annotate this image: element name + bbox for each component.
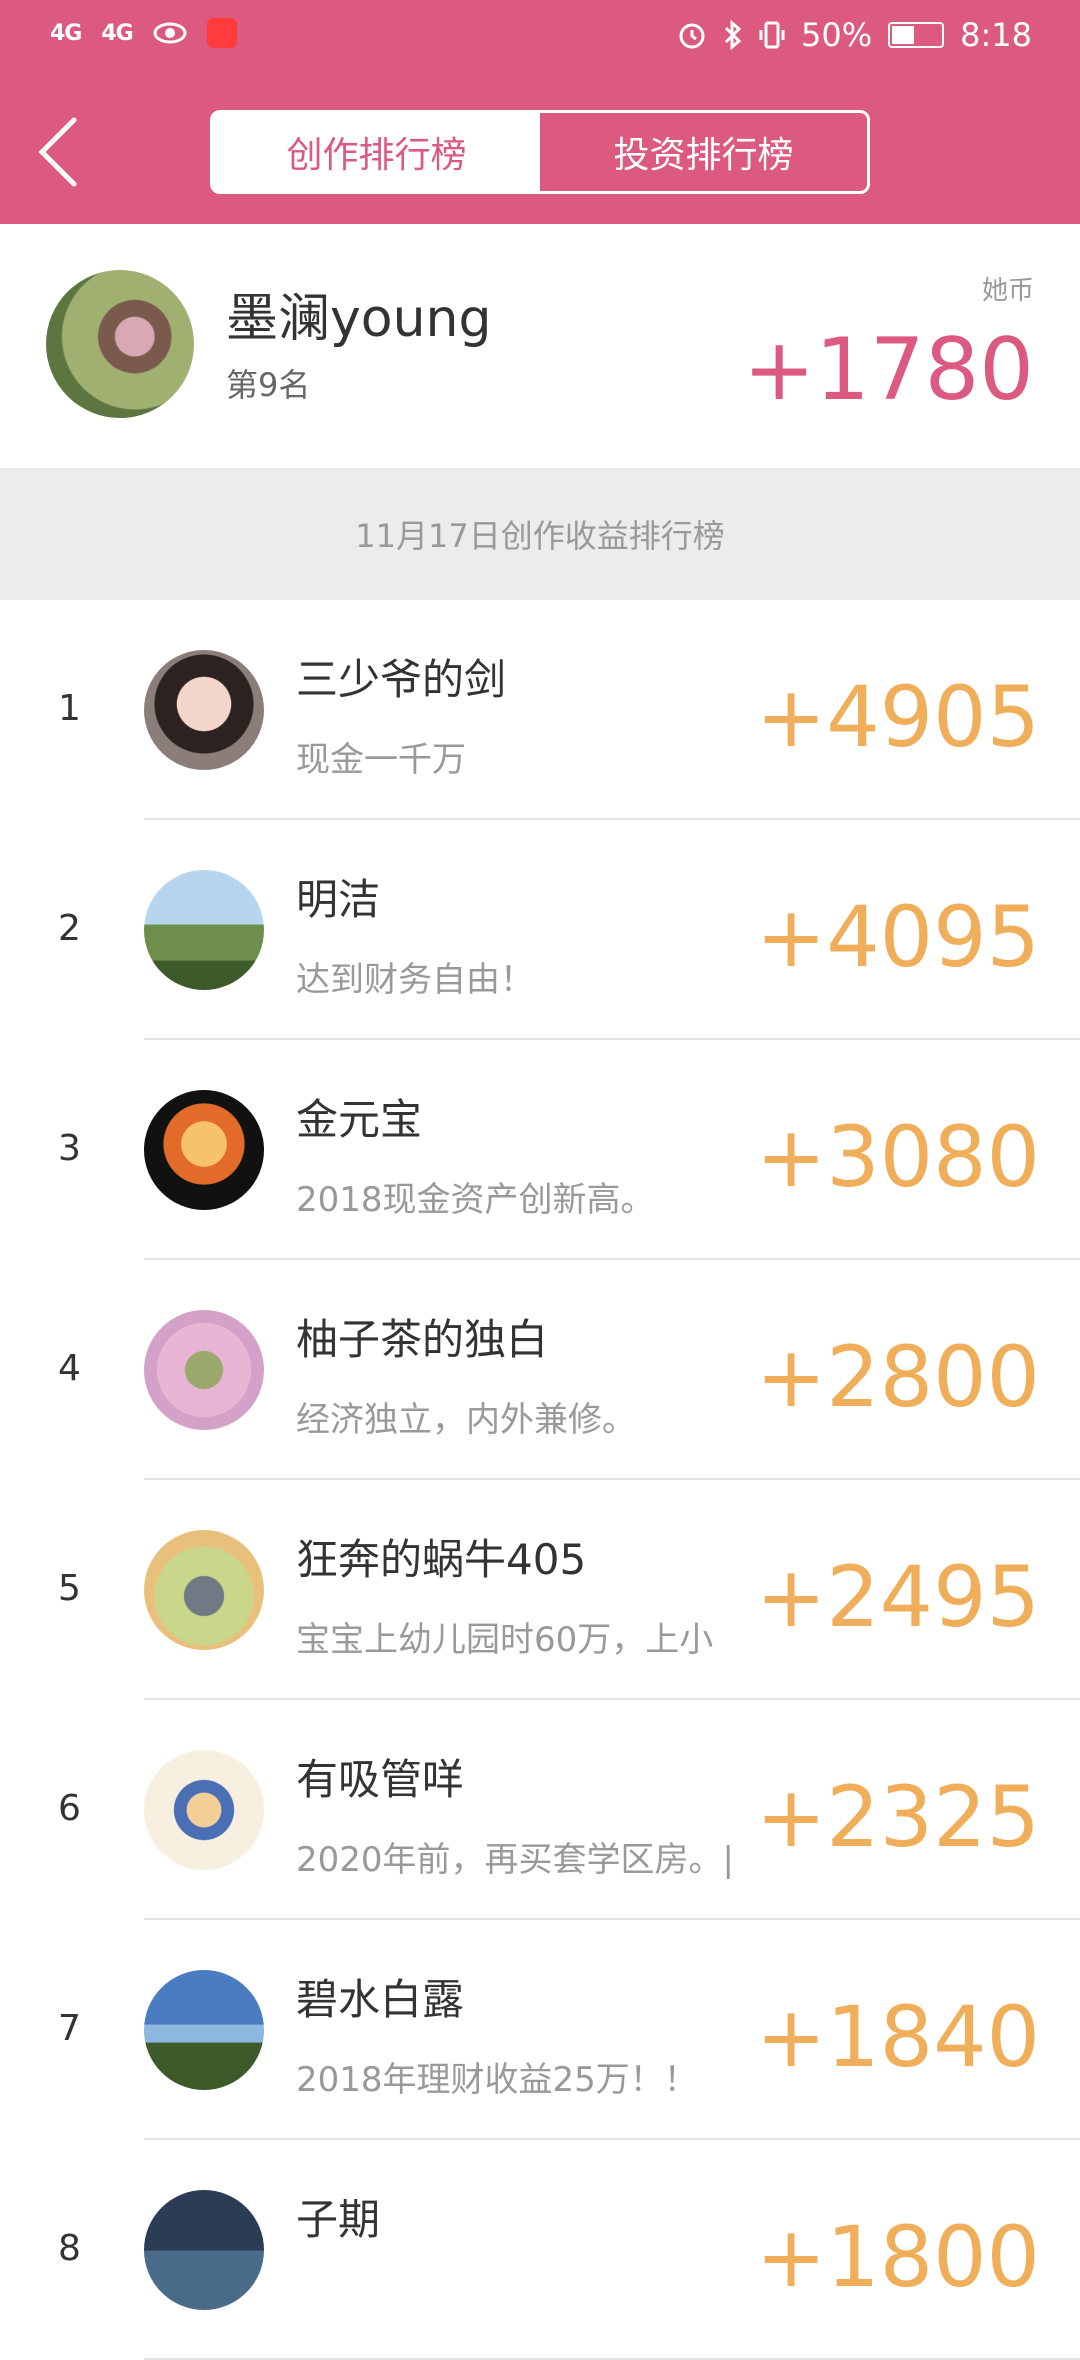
clock-time: 8:18 (960, 16, 1032, 54)
my-score: +1780 (743, 320, 1034, 420)
battery-percent: 50% (801, 16, 873, 54)
rank-number: 5 (58, 1568, 81, 1609)
bluetooth-icon (724, 20, 742, 50)
back-icon[interactable] (34, 112, 90, 192)
avatar[interactable] (144, 650, 264, 770)
rank-number: 8 (58, 2228, 81, 2269)
user-goal: 达到财务自由！ (296, 960, 534, 1000)
my-rank: 第9名 (226, 366, 311, 404)
battery-icon (888, 22, 945, 48)
rank-number: 6 (58, 1788, 81, 1829)
my-avatar[interactable] (46, 270, 194, 418)
user-goal: 2020年前，再买套学区房。| (296, 1840, 734, 1880)
earnings-value: +2800 (755, 1328, 1040, 1426)
my-name: 墨澜young (226, 289, 492, 349)
user-name: 狂奔的蜗牛405 (296, 1535, 587, 1584)
list-item[interactable]: 8 子期 +1800 (0, 2140, 1080, 2360)
list-item[interactable]: 3 金元宝 2018现金资产创新高。 +3080 (0, 1040, 1080, 1260)
app-notification-icon (206, 18, 237, 48)
alarm-icon (679, 23, 705, 49)
signal-icon-2: 4G (101, 20, 133, 46)
status-bar: 4G 4G 50% 8:18 (0, 0, 1080, 80)
rank-number: 4 (58, 1348, 81, 1389)
earnings-value: +2495 (755, 1548, 1040, 1646)
list-item[interactable]: 4 柚子茶的独白 经济独立，内外兼修。 +2800 (0, 1260, 1080, 1480)
user-goal: 现金一千万 (296, 740, 466, 780)
avatar[interactable] (144, 1750, 264, 1870)
status-left: 4G 4G (50, 18, 237, 48)
user-name: 柚子茶的独白 (296, 1315, 549, 1364)
avatar[interactable] (144, 870, 264, 990)
signal-icon-1: 4G (50, 20, 82, 46)
user-name: 子期 (296, 2195, 381, 2244)
user-name: 明洁 (296, 875, 381, 924)
avatar[interactable] (144, 1530, 264, 1650)
earnings-value: +1840 (755, 1988, 1040, 2086)
user-name: 碧水白露 (296, 1975, 465, 2024)
avatar[interactable] (144, 1970, 264, 2090)
coin-label: 她币 (981, 276, 1034, 306)
vibrate-icon (759, 21, 785, 49)
earnings-value: +2325 (755, 1768, 1040, 1866)
list-item[interactable]: 1 三少爷的剑 现金一千万 +4905 (0, 600, 1080, 820)
user-goal: 2018现金资产创新高。 (296, 1180, 655, 1220)
ranking-date-banner: 11月17日创作收益排行榜 (0, 468, 1080, 600)
list-item[interactable]: 5 狂奔的蜗牛405 宝宝上幼儿园时60万，上小 +2495 (0, 1480, 1080, 1700)
tab-investment-ranking[interactable]: 投资排行榜 (540, 113, 867, 191)
list-item[interactable]: 2 明洁 达到财务自由！ +4095 (0, 820, 1080, 1040)
top-header: 4G 4G 50% 8:18 创作排行榜 投资排行榜 (0, 0, 1080, 224)
ranking-tabs: 创作排行榜 投资排行榜 (210, 110, 870, 194)
earnings-value: +1800 (755, 2208, 1040, 2306)
my-ranking-card[interactable]: 墨澜young 第9名 她币 +1780 (0, 224, 1080, 468)
tab-creation-ranking[interactable]: 创作排行榜 (213, 113, 540, 191)
avatar[interactable] (144, 1090, 264, 1210)
earnings-value: +3080 (755, 1108, 1040, 1206)
avatar[interactable] (144, 2190, 264, 2310)
ranking-list: 1 三少爷的剑 现金一千万 +4905 2 明洁 达到财务自由！ +4095 3… (0, 600, 1080, 2360)
user-goal: 2018年理财收益25万！！ (296, 2060, 698, 2100)
user-name: 金元宝 (296, 1095, 423, 1144)
user-name: 三少爷的剑 (296, 655, 507, 704)
user-goal: 宝宝上幼儿园时60万，上小 (296, 1620, 714, 1660)
earnings-value: +4905 (755, 668, 1040, 766)
status-right: 50% 8:18 (677, 16, 1032, 54)
rank-number: 3 (58, 1128, 81, 1169)
rank-number: 1 (58, 688, 81, 729)
user-goal: 经济独立，内外兼修。 (296, 1400, 636, 1440)
battery-level-fill (892, 26, 915, 44)
rank-number: 7 (58, 2008, 81, 2049)
list-item[interactable]: 7 碧水白露 2018年理财收益25万！！ +1840 (0, 1920, 1080, 2140)
earnings-value: +4095 (755, 888, 1040, 986)
avatar[interactable] (144, 1310, 264, 1430)
user-name: 有吸管咩 (296, 1755, 465, 1804)
rank-number: 2 (58, 908, 81, 949)
eye-icon (153, 22, 187, 44)
list-item[interactable]: 6 有吸管咩 2020年前，再买套学区房。| +2325 (0, 1700, 1080, 1920)
